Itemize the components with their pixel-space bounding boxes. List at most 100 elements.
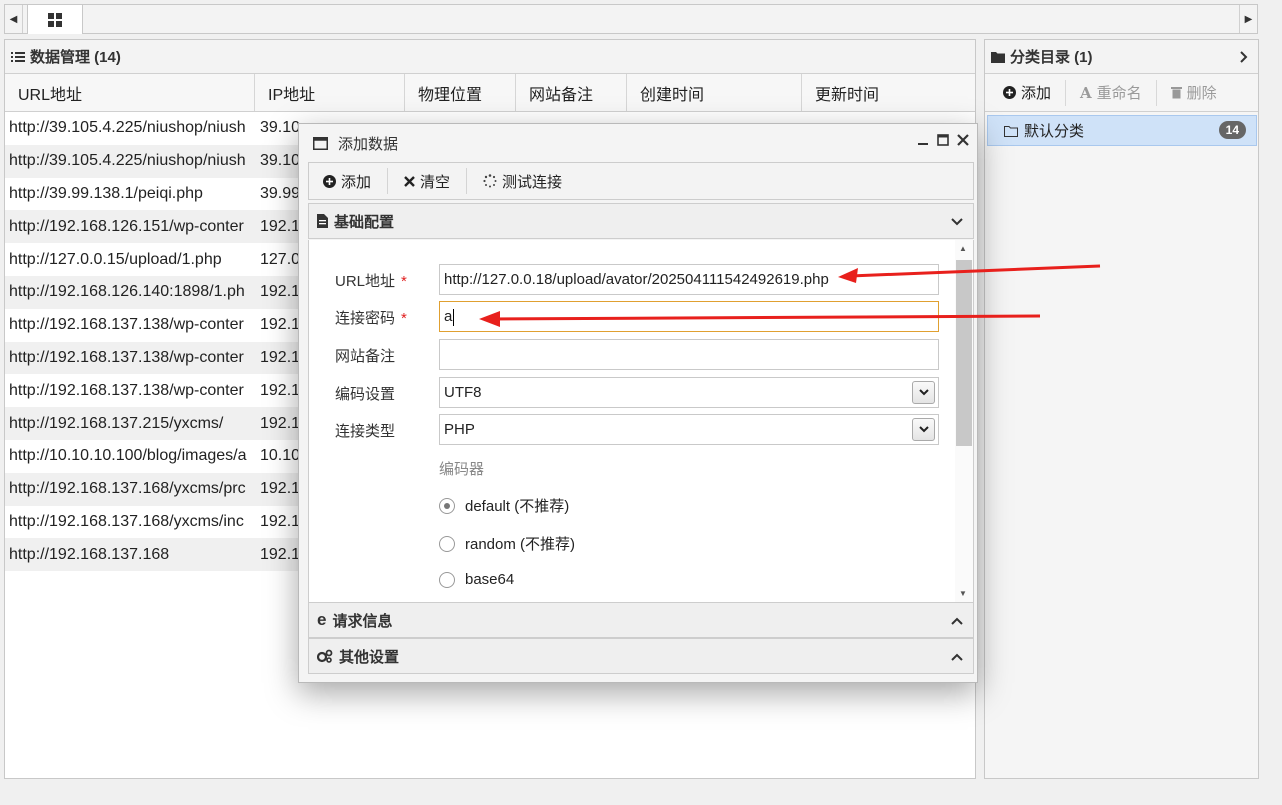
category-panel: 分类目录 (1) 添加 A 重命名 删除 默认分类 14 <box>984 39 1259 779</box>
column-header-url[interactable]: URL地址 <box>5 74 255 111</box>
dialog-clear-button[interactable]: 清空 <box>404 168 468 194</box>
tab-home[interactable] <box>27 4 83 34</box>
column-header-updated[interactable]: 更新时间 <box>802 74 975 111</box>
chevron-up-icon <box>951 617 963 625</box>
dialog-title: 添加数据 <box>338 135 399 153</box>
dialog-window-controls <box>918 134 969 146</box>
basic-config-form: URL地址 * http://127.0.0.18/upload/avator/2… <box>308 240 974 602</box>
add-data-dialog: 添加数据 添加 清空 测试连接 基础配置 URL地址 * http://127.0… <box>298 123 978 683</box>
cell-url: http://192.168.137.168 <box>9 545 170 563</box>
close-icon[interactable] <box>957 134 969 146</box>
category-add-label: 添加 <box>1021 85 1052 102</box>
plus-circle-icon <box>1003 86 1016 99</box>
other-settings-title: 其他设置 <box>339 648 400 666</box>
cell-url: http://192.168.126.140:1898/1.ph <box>9 283 245 301</box>
tab-scroll-right-button[interactable]: ▶ <box>1239 5 1257 33</box>
data-panel-title: 数据管理 (14) <box>30 49 121 66</box>
encoder-option-label: default (不推荐) <box>465 498 570 515</box>
cell-url: http://192.168.137.168/yxcms/prc <box>9 480 246 498</box>
encoder-option-label: random (不推荐) <box>465 536 576 553</box>
cell-url: http://192.168.137.138/wp-conter <box>9 348 244 366</box>
note-label: 网站备注 <box>335 348 396 365</box>
scroll-up-icon[interactable]: ▲ <box>959 244 967 253</box>
dialog-test-label: 测试连接 <box>502 173 563 191</box>
ie-icon: e <box>317 610 327 629</box>
cell-url: http://39.105.4.225/niushop/niush <box>9 119 246 137</box>
chevron-down-icon[interactable] <box>912 418 935 441</box>
cell-url: http://192.168.137.138/wp-conter <box>9 316 244 334</box>
column-header-location[interactable]: 物理位置 <box>405 74 516 111</box>
window-icon <box>313 136 328 150</box>
radio-button[interactable] <box>439 535 455 552</box>
request-info-title: 请求信息 <box>332 612 393 630</box>
x-icon <box>404 175 415 187</box>
gears-icon <box>317 649 333 663</box>
request-info-section-header[interactable]: e 请求信息 <box>308 602 974 638</box>
encoder-option-base64[interactable]: base64 <box>439 571 514 588</box>
dialog-titlebar[interactable]: 添加数据 <box>299 124 977 162</box>
list-icon <box>11 51 25 62</box>
data-panel-header: 数据管理 (14) <box>5 40 975 74</box>
encoding-select[interactable]: UTF8 <box>439 377 939 408</box>
chevron-up-icon <box>951 653 963 661</box>
url-row: URL地址 * http://127.0.0.18/upload/avator/2… <box>309 264 959 296</box>
folder-icon <box>991 51 1005 63</box>
category-count-badge: 14 <box>1218 121 1246 139</box>
cell-url: http://39.99.138.1/peiqi.php <box>9 184 203 202</box>
tab-scroll-left-button[interactable]: ◀ <box>5 5 23 33</box>
note-input[interactable] <box>439 339 939 370</box>
category-panel-header: 分类目录 (1) <box>985 40 1258 74</box>
other-settings-section-header[interactable]: 其他设置 <box>308 638 974 674</box>
encoder-option-label: base64 <box>465 571 515 588</box>
dialog-add-button[interactable]: 添加 <box>323 168 389 194</box>
dialog-test-connection-button[interactable]: 测试连接 <box>483 168 578 194</box>
minimize-icon[interactable] <box>918 134 929 146</box>
url-input[interactable]: http://127.0.0.18/upload/avator/20250411… <box>439 264 939 295</box>
radio-button[interactable] <box>439 571 455 588</box>
column-header-note[interactable]: 网站备注 <box>516 74 627 111</box>
trash-icon <box>1170 87 1182 99</box>
dialog-clear-label: 清空 <box>420 173 451 191</box>
category-rename-button[interactable]: A 重命名 <box>1080 79 1157 106</box>
url-label: URL地址 * <box>335 273 407 290</box>
encoder-option-random[interactable]: random (不推荐) <box>439 533 575 554</box>
encoding-label: 编码设置 <box>335 386 396 403</box>
encoder-label: 编码器 <box>439 461 485 478</box>
cell-url: http://192.168.126.151/wp-conter <box>9 217 244 235</box>
radio-button[interactable] <box>439 497 455 514</box>
form-scrollbar[interactable]: ▲ ▼ <box>955 240 973 602</box>
maximize-icon[interactable] <box>937 134 949 146</box>
category-item-label: 默认分类 <box>1024 123 1085 140</box>
column-header-created[interactable]: 创建时间 <box>627 74 802 111</box>
chevron-right-icon[interactable] <box>1240 51 1248 63</box>
column-header-ip[interactable]: IP地址 <box>255 74 405 111</box>
grid-icon <box>48 12 62 27</box>
category-delete-button[interactable]: 删除 <box>1170 80 1231 106</box>
type-row: 连接类型 PHP <box>309 414 959 446</box>
chevron-down-icon <box>951 218 963 226</box>
font-a-icon: A <box>1080 83 1092 102</box>
password-input[interactable]: a <box>439 301 939 332</box>
category-rename-label: 重命名 <box>1096 85 1142 102</box>
cell-url: http://127.0.0.15/upload/1.php <box>9 250 222 268</box>
category-panel-title: 分类目录 (1) <box>1010 49 1093 66</box>
basic-config-section-header[interactable]: 基础配置 <box>308 203 974 239</box>
type-select[interactable]: PHP <box>439 414 939 445</box>
document-icon <box>317 214 328 228</box>
cell-url: http://39.105.4.225/niushop/niush <box>9 152 246 170</box>
type-label: 连接类型 <box>335 423 396 440</box>
spinner-icon <box>483 174 497 188</box>
data-grid-header: URL地址 IP地址 物理位置 网站备注 创建时间 更新时间 <box>5 74 975 112</box>
chevron-down-icon[interactable] <box>912 381 935 404</box>
cell-url: http://192.168.137.215/yxcms/ <box>9 414 224 432</box>
category-item-default[interactable]: 默认分类 14 <box>987 115 1257 146</box>
basic-config-title: 基础配置 <box>334 213 395 231</box>
category-add-button[interactable]: 添加 <box>1003 79 1067 106</box>
category-delete-label: 删除 <box>1186 85 1217 102</box>
scrollbar-thumb[interactable] <box>956 260 972 446</box>
tab-bar: ◀ ▶ <box>4 4 1258 34</box>
encoder-option-default[interactable]: default (不推荐) <box>439 495 569 516</box>
scroll-down-icon[interactable]: ▼ <box>959 589 967 598</box>
plus-circle-icon <box>323 174 336 188</box>
password-row: 连接密码 * a <box>309 301 959 333</box>
